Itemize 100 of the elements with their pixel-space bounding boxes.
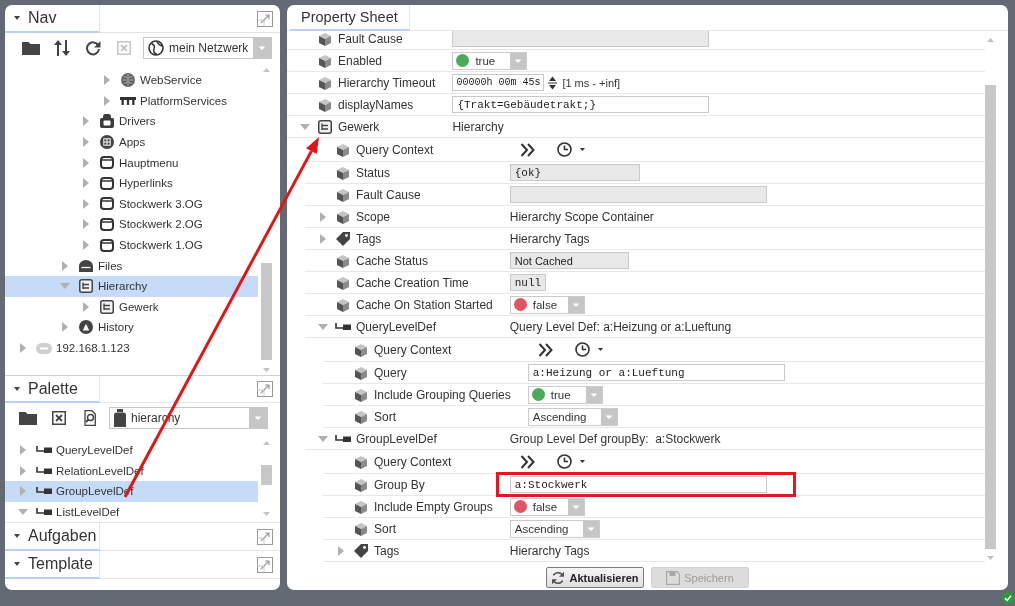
caret-right-icon[interactable] <box>83 137 89 148</box>
caret-right-icon[interactable] <box>83 178 89 189</box>
caret-right-icon[interactable] <box>83 240 89 251</box>
maximize-icon[interactable] <box>257 528 273 545</box>
tree-item[interactable]: History <box>5 317 258 338</box>
tree-item[interactable]: QueryLevelDef <box>5 440 258 461</box>
location-dropdown[interactable]: mein Netzwerk <box>143 37 273 59</box>
tree-item[interactable]: Hierarchy <box>5 275 258 297</box>
scroll-down-icon[interactable] <box>987 556 994 560</box>
property-name: Hierarchy Timeout <box>338 75 436 90</box>
property-sheet-tab[interactable]: Property Sheet <box>290 5 410 31</box>
caret-right-icon[interactable] <box>83 157 89 168</box>
triangle-circle-icon <box>79 320 93 335</box>
tree-item[interactable]: Stockwerk 3.OG <box>5 193 258 215</box>
cube-icon <box>354 499 368 514</box>
readonly-field: Not Cached <box>509 252 629 269</box>
caret-down-icon[interactable] <box>597 348 603 351</box>
value-dropdown[interactable]: false <box>509 497 585 516</box>
scrollbar-thumb[interactable] <box>261 465 272 485</box>
property-name: Tags <box>356 231 382 246</box>
find-icon[interactable] <box>81 410 98 426</box>
panel-tab[interactable]: Aufgaben <box>5 523 100 551</box>
text-field[interactable]: a:Stockwerk <box>509 476 767 493</box>
cube-icon <box>336 142 350 157</box>
sort-icon[interactable] <box>53 40 70 56</box>
briefcase-icon <box>100 114 114 129</box>
maximize-icon[interactable] <box>257 556 273 573</box>
scroll-up-icon[interactable] <box>987 38 994 42</box>
clock-icon[interactable] <box>574 342 590 357</box>
tree-box-icon <box>100 299 114 314</box>
value-dropdown[interactable]: Ascending <box>509 519 600 538</box>
tree-item[interactable]: Hyperlinks <box>5 172 258 194</box>
caret-right-icon[interactable] <box>83 198 89 209</box>
value-dropdown[interactable]: true <box>452 51 528 70</box>
tree-item[interactable]: PlatformServices <box>5 90 258 112</box>
caret-right-icon[interactable] <box>62 260 68 271</box>
spinner-icon[interactable] <box>548 75 558 90</box>
refresh-button[interactable]: Aktualisieren <box>546 567 644 588</box>
caret-down-icon[interactable] <box>579 148 585 151</box>
property-name: Fault Cause <box>356 187 421 202</box>
caret-right-icon[interactable] <box>62 322 68 333</box>
scroll-down-icon[interactable] <box>263 368 270 372</box>
caret-right-icon[interactable] <box>20 486 26 497</box>
tree-item[interactable]: Drivers <box>5 111 258 132</box>
tree-item[interactable]: ListLevelDef <box>5 501 258 522</box>
close-icon[interactable] <box>51 411 66 425</box>
scrollbar-thumb[interactable] <box>261 263 272 360</box>
double-chevron-icon[interactable] <box>519 454 536 469</box>
caret-right-icon[interactable] <box>20 445 26 456</box>
caret-right-icon[interactable] <box>83 301 89 312</box>
panel-tab[interactable]: Nav <box>5 5 100 33</box>
cube-icon <box>354 342 368 357</box>
value-dropdown[interactable]: true <box>527 385 603 404</box>
caret-right-icon[interactable] <box>20 465 26 476</box>
value-dropdown[interactable]: Ascending <box>527 407 618 426</box>
value-dropdown[interactable]: false <box>509 295 585 314</box>
cube-icon <box>336 297 350 312</box>
maximize-icon[interactable] <box>257 381 273 397</box>
caret-down-icon[interactable] <box>579 460 585 463</box>
double-chevron-icon[interactable] <box>519 142 536 157</box>
panel-tab[interactable]: Palette <box>5 376 100 403</box>
cube-icon <box>318 53 332 68</box>
property-name: Query Context <box>374 342 452 357</box>
scroll-up-icon[interactable] <box>263 68 270 72</box>
folder-icon[interactable] <box>21 41 40 55</box>
caret-right-icon[interactable] <box>320 211 326 222</box>
caret-right-icon[interactable] <box>83 219 89 230</box>
caret-right-icon[interactable] <box>338 545 344 556</box>
caret-right-icon[interactable] <box>320 233 326 244</box>
scrollbar-thumb[interactable] <box>985 85 996 549</box>
panel-tab[interactable]: Template <box>5 551 100 579</box>
maximize-icon[interactable] <box>257 10 273 27</box>
clock-icon[interactable] <box>556 142 572 157</box>
tree-item[interactable]: Gewerk <box>5 296 258 318</box>
tree-item[interactable]: Stockwerk 2.OG <box>5 214 258 235</box>
scroll-up-icon[interactable] <box>263 441 270 445</box>
tree-item[interactable]: Files <box>5 255 258 276</box>
tree-item[interactable]: Stockwerk 1.OG <box>5 234 258 256</box>
tree-item[interactable]: WebService <box>5 70 258 91</box>
tree-item[interactable]: Hauptmenu <box>5 152 258 173</box>
folder-icon[interactable] <box>18 411 37 425</box>
property-name: Enabled <box>338 53 383 68</box>
caret-right-icon[interactable] <box>104 75 110 86</box>
duration-field[interactable]: 00000h 00m 45s <box>452 74 545 91</box>
caret-right-icon[interactable] <box>83 116 89 127</box>
plug-icon <box>36 446 52 455</box>
clock-icon[interactable] <box>556 454 572 469</box>
text-field[interactable]: a:Heizung or a:Lueftung <box>527 364 785 381</box>
property-name: GroupLevelDef <box>356 431 437 446</box>
refresh-icon[interactable] <box>84 40 101 56</box>
tag-icon <box>336 231 350 246</box>
window-icon <box>100 217 114 231</box>
double-chevron-icon[interactable] <box>537 342 554 357</box>
tree-item[interactable]: Apps <box>5 131 258 153</box>
scroll-down-icon[interactable] <box>263 512 270 516</box>
text-field[interactable]: {Trakt=Gebäudetrakt;} <box>452 96 710 113</box>
caret-right-icon[interactable] <box>20 343 26 353</box>
caret-right-icon[interactable] <box>104 95 110 106</box>
caret-down-icon <box>14 562 20 566</box>
tree-item[interactable]: 192.168.1.123 <box>5 337 258 359</box>
